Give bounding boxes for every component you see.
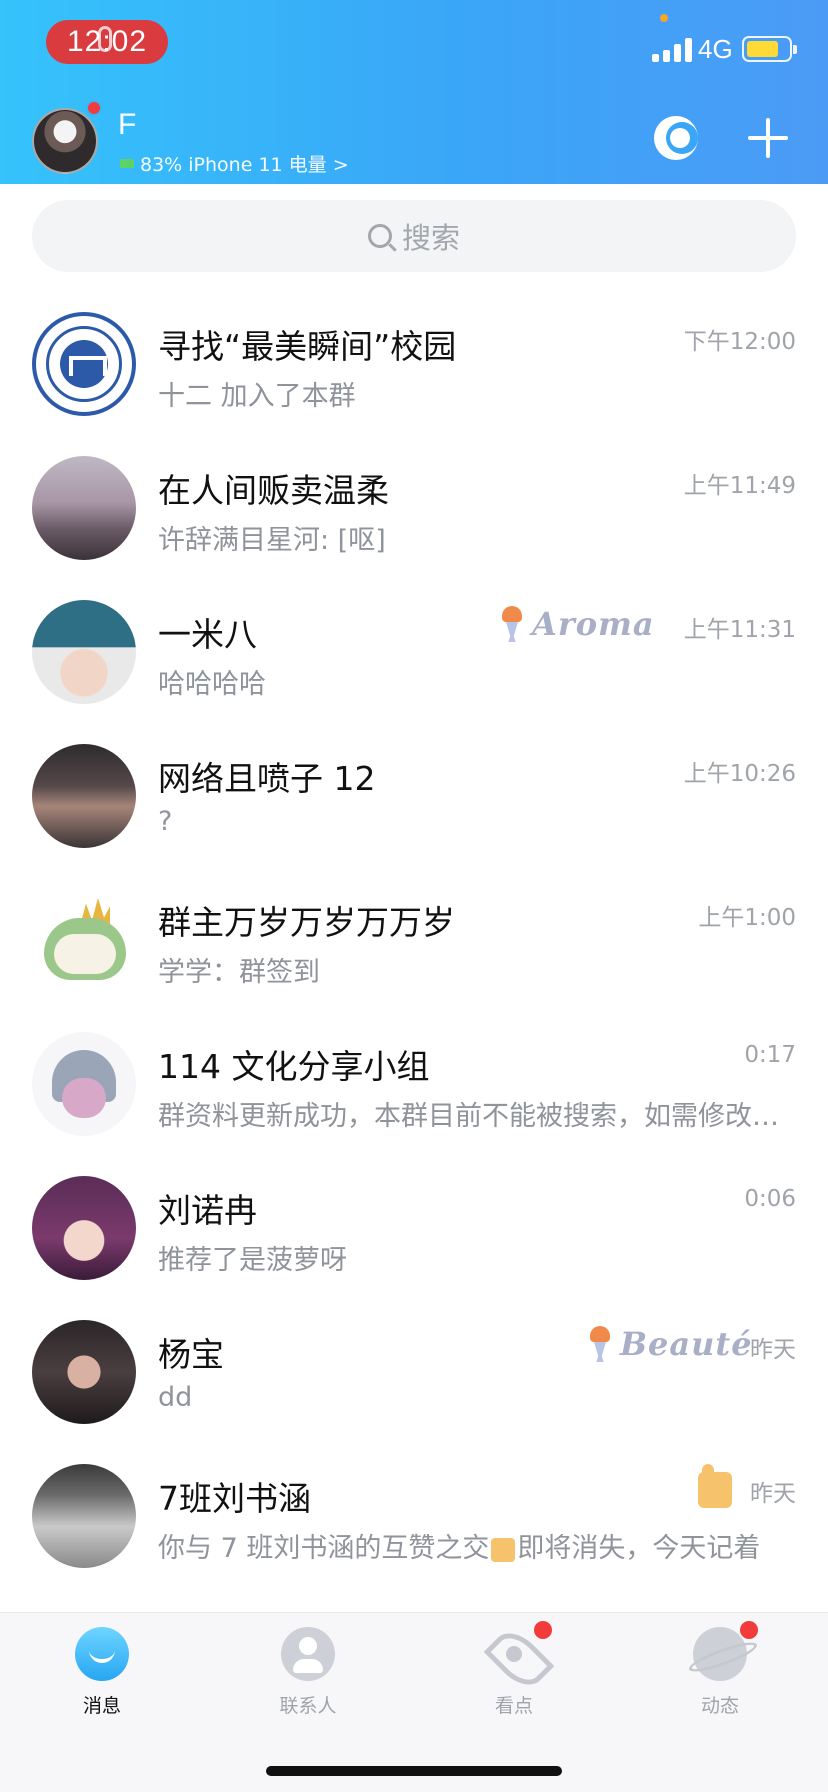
tab-unread-dot	[740, 1621, 758, 1639]
eye-icon	[487, 1627, 541, 1681]
device-status-text: 83% iPhone 11 电量 >	[140, 154, 349, 176]
conversation-time: 上午11:49	[683, 473, 796, 499]
conversation-preview: 学学：群签到	[158, 957, 320, 988]
conversation-row[interactable]: 114 文化分享小组 群资料更新成功，本群目前不能被搜索，如需修改，请设置 0:…	[0, 1020, 828, 1164]
avatar	[32, 888, 136, 992]
conversation-title: 网络且喷子 12	[158, 759, 376, 798]
avatar	[32, 1320, 136, 1424]
conversation-title: 群主万岁万岁万万岁	[158, 903, 455, 942]
conversation-preview: 你与 7 班刘书涵的互赞之交 即将消失，今天记着	[158, 1526, 792, 1565]
preview-text-after: 即将消失，今天记着	[517, 1533, 761, 1564]
night-mode-icon[interactable]	[654, 116, 698, 160]
tab-label: 动态	[700, 1695, 739, 1717]
planet-icon	[693, 1627, 747, 1681]
search-bar[interactable]: 搜索	[32, 200, 796, 272]
avatar	[32, 600, 136, 704]
friend-badge[interactable]	[698, 1464, 732, 1508]
conversation-time: 上午11:31	[683, 617, 796, 643]
tab-label: 看点	[494, 1695, 533, 1717]
conversation-title: 在人间贩卖温柔	[158, 471, 389, 510]
badge-label: Aroma	[532, 605, 655, 643]
conversation-preview: 十二 加入了本群	[158, 381, 356, 412]
preview-text-before: 你与 7 班刘书涵的互赞之交	[158, 1533, 490, 1564]
avatar	[32, 1464, 136, 1568]
conversation-preview: 群资料更新成功，本群目前不能被搜索，如需修改，请设置	[158, 1101, 792, 1132]
conversation-title: 一米八	[158, 615, 257, 654]
conversation-row[interactable]: 杨宝 dd Beauté 昨天	[0, 1308, 828, 1452]
message-icon	[75, 1627, 129, 1681]
battery-icon	[742, 36, 797, 62]
search-icon	[367, 224, 392, 248]
conversation-preview: 哈哈哈哈	[158, 669, 266, 700]
privacy-indicator-dot	[660, 14, 668, 22]
network-label: 4G	[698, 34, 733, 64]
avatar	[32, 456, 136, 560]
thumbs-up-icon	[491, 1537, 516, 1562]
plus-icon[interactable]	[748, 118, 788, 158]
conversation-row[interactable]: 一米八 哈哈哈哈 Aroma 上午11:31	[0, 588, 828, 732]
conversation-title: 刘诺冉	[158, 1191, 257, 1230]
conversation-row[interactable]: 群主万岁万岁万万岁 学学：群签到 上午1:00	[0, 876, 828, 1020]
conversation-time: 0:06	[744, 1186, 796, 1212]
tab-discover[interactable]: 看点	[454, 1627, 574, 1737]
conversation-time: 上午10:26	[683, 761, 796, 787]
avatar	[32, 744, 136, 848]
conversation-time: 上午1:00	[698, 905, 796, 931]
conversation-row[interactable]: 刘诺冉 推荐了是菠萝呀 0:06	[0, 1164, 828, 1308]
sundae-icon	[498, 604, 526, 644]
thumbs-up-icon	[698, 1464, 732, 1508]
conversation-title: 114 文化分享小组	[158, 1047, 430, 1086]
search-placeholder: 搜索	[401, 221, 460, 255]
top-header: 12:02 4G F 83% iPhone 11 电量 >	[0, 0, 828, 184]
avatar	[32, 1176, 136, 1280]
tab-activity[interactable]: 动态	[660, 1627, 780, 1737]
conversation-title: 7班刘书涵	[158, 1479, 311, 1518]
conversation-preview: 许辞满目星河: [呕]	[158, 525, 386, 556]
device-status-link[interactable]: 83% iPhone 11 电量 >	[120, 150, 349, 177]
friend-badge[interactable]: Beauté	[586, 1324, 753, 1364]
badge-label: Beauté	[620, 1325, 753, 1363]
profile-unread-dot	[86, 100, 102, 116]
conversation-preview: ?	[158, 806, 173, 837]
conversation-row[interactable]: 在人间贩卖温柔 许辞满目星河: [呕] 上午11:49	[0, 444, 828, 588]
conversation-preview: 推荐了是菠萝呀	[158, 1245, 347, 1276]
conversation-time: 昨天	[750, 1337, 796, 1363]
tab-messages[interactable]: 消息	[42, 1627, 162, 1737]
conversation-row[interactable]: 7班刘书涵 你与 7 班刘书涵的互赞之交 即将消失，今天记着 昨天	[0, 1452, 828, 1596]
conversation-time: 昨天	[750, 1481, 796, 1507]
conversation-time: 下午12:00	[683, 329, 796, 355]
tab-contacts[interactable]: 联系人	[248, 1627, 368, 1737]
signal-icon	[652, 36, 692, 62]
sundae-icon	[586, 1324, 614, 1364]
tab-label: 联系人	[279, 1695, 337, 1717]
microphone-icon	[98, 26, 112, 52]
avatar	[32, 312, 136, 416]
profile-name[interactable]: F	[118, 108, 136, 142]
bottom-tab-bar: 消息 联系人 看点 动态	[0, 1612, 828, 1792]
tab-label: 消息	[82, 1695, 121, 1717]
device-battery-icon	[120, 159, 134, 168]
friend-badge[interactable]: Aroma	[498, 604, 655, 644]
conversation-preview: dd	[158, 1382, 193, 1413]
home-indicator[interactable]	[266, 1766, 562, 1776]
conversation-time: 0:17	[744, 1042, 796, 1068]
conversation-row[interactable]: 寻找“最美瞬间”校园 十二 加入了本群 下午12:00	[0, 300, 828, 444]
profile-avatar[interactable]	[32, 108, 98, 174]
conversation-title: 杨宝	[158, 1335, 224, 1374]
conversation-row[interactable]: 网络且喷子 12 ? 上午10:26	[0, 732, 828, 876]
conversation-title: 寻找“最美瞬间”校园	[158, 327, 457, 366]
contacts-icon	[281, 1627, 335, 1681]
avatar	[32, 1032, 136, 1136]
tab-unread-dot	[534, 1621, 552, 1639]
